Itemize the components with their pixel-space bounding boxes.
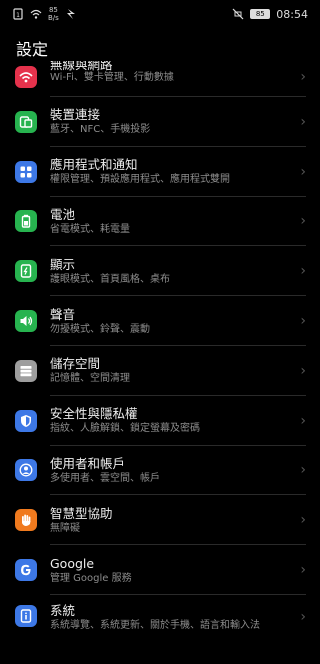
battery-indicator: 85 <box>250 9 271 19</box>
google-icon <box>15 559 37 582</box>
settings-item-title: 電池 <box>50 206 76 222</box>
settings-item-title: 聲音 <box>50 306 76 322</box>
settings-item-subtitle: 系統導覽、系統更新、關於手機、語言和輸入法 <box>50 619 260 631</box>
settings-item-title: 應用程式和通知 <box>50 157 138 173</box>
settings-item-subtitle: 省電模式、耗電量 <box>50 223 130 235</box>
settings-item-system[interactable]: 系統 系統導覽、系統更新、關於手機、語言和輸入法 › <box>0 595 320 655</box>
apps-icon <box>15 160 37 183</box>
status-left: 1 85 B/s <box>12 6 77 22</box>
settings-list: 無線與網路 Wi-Fi、雙卡管理、行動數據 › 裝置連接 藍牙、NFC、手機投影… <box>0 57 320 655</box>
settings-item-smart-assistance[interactable]: 智慧型協助 無障礙 › <box>0 495 320 546</box>
status-bar: 1 85 B/s 85 08:54 <box>0 0 320 28</box>
settings-item-title: 安全性與隱私權 <box>50 406 138 422</box>
settings-item-subtitle: 多使用者、雲空間、帳戶 <box>50 472 160 484</box>
chevron-right-icon: › <box>300 113 306 130</box>
system-info-icon <box>15 604 37 627</box>
status-right: 85 08:54 <box>232 8 308 21</box>
settings-item-title: 無線與網路 <box>50 60 113 71</box>
settings-item-subtitle: 無障礙 <box>50 522 80 534</box>
network-speed-value: 85 <box>48 6 58 14</box>
storage-icon <box>15 359 37 382</box>
clock-time: 08:54 <box>276 7 308 21</box>
chevron-right-icon: › <box>300 412 306 429</box>
settings-item-sound[interactable]: 聲音 勿擾模式、鈴聲、震動 › <box>0 296 320 346</box>
svg-text:1: 1 <box>16 12 20 19</box>
settings-item-title: 智慧型協助 <box>50 505 113 521</box>
smart-assist-hand-icon <box>15 509 37 532</box>
settings-item-apps-notifications[interactable]: 應用程式和通知 權限管理、預設應用程式、應用程式雙開 › <box>0 147 320 197</box>
chevron-right-icon: › <box>300 313 306 330</box>
settings-item-display[interactable]: 顯示 護眼模式、首頁風格、桌布 › <box>0 246 320 297</box>
settings-item-subtitle: 記憶體、空間清理 <box>50 373 130 385</box>
settings-item-subtitle: 權限管理、預設應用程式、應用程式雙開 <box>50 174 230 186</box>
chevron-right-icon: › <box>300 512 306 529</box>
settings-item-title: 顯示 <box>50 256 76 272</box>
chevron-right-icon: › <box>300 362 306 379</box>
chevron-right-icon: › <box>300 69 306 85</box>
settings-item-storage[interactable]: 儲存空間 記憶體、空間清理 › <box>0 346 320 396</box>
battery-icon <box>15 210 37 233</box>
chevron-right-icon: › <box>300 163 306 180</box>
settings-item-battery[interactable]: 電池 省電模式、耗電量 › <box>0 197 320 247</box>
chevron-right-icon: › <box>300 562 306 579</box>
device-connection-icon <box>15 110 37 133</box>
settings-item-subtitle: Wi-Fi、雙卡管理、行動數據 <box>50 71 174 83</box>
settings-item-title: 儲存空間 <box>50 356 101 372</box>
chevron-right-icon: › <box>300 263 306 280</box>
settings-item-subtitle: 藍牙、NFC、手機投影 <box>50 124 151 136</box>
wifi-icon <box>15 66 37 88</box>
display-icon <box>15 260 37 283</box>
settings-item-subtitle: 指紋、人臉解鎖、鎖定螢幕及密碼 <box>50 423 200 435</box>
settings-item-security-privacy[interactable]: 安全性與隱私權 指紋、人臉解鎖、鎖定螢幕及密碼 › <box>0 396 320 446</box>
sim-card-icon: 1 <box>12 8 24 20</box>
sound-icon <box>15 310 37 333</box>
chevron-right-icon: › <box>300 462 306 479</box>
settings-item-subtitle: 勿擾模式、鈴聲、震動 <box>50 323 150 335</box>
settings-item-google[interactable]: Google 管理 Google 服務 › <box>0 545 320 595</box>
user-account-icon <box>15 459 37 482</box>
settings-item-subtitle: 護眼模式、首頁風格、桌布 <box>50 273 170 285</box>
settings-item-subtitle: 管理 Google 服務 <box>50 572 132 584</box>
settings-item-title: 系統 <box>50 602 76 618</box>
settings-item-users-accounts[interactable]: 使用者和帳戶 多使用者、雲空間、帳戶 › <box>0 446 320 496</box>
settings-item-title: Google <box>50 555 95 571</box>
network-speed: 85 B/s <box>48 6 59 22</box>
chevron-right-icon: › <box>300 608 306 625</box>
mute-icon <box>232 8 244 20</box>
wifi-status-icon <box>30 8 42 20</box>
settings-item-title: 裝置連接 <box>50 107 101 123</box>
settings-item-device-connection[interactable]: 裝置連接 藍牙、NFC、手機投影 › <box>0 97 320 147</box>
flash-icon <box>65 8 77 20</box>
security-shield-icon <box>15 409 37 432</box>
network-speed-unit: B/s <box>48 14 59 22</box>
settings-item-wireless-network[interactable]: 無線與網路 Wi-Fi、雙卡管理、行動數據 › <box>0 57 320 97</box>
settings-item-title: 使用者和帳戶 <box>50 455 126 471</box>
chevron-right-icon: › <box>300 213 306 230</box>
